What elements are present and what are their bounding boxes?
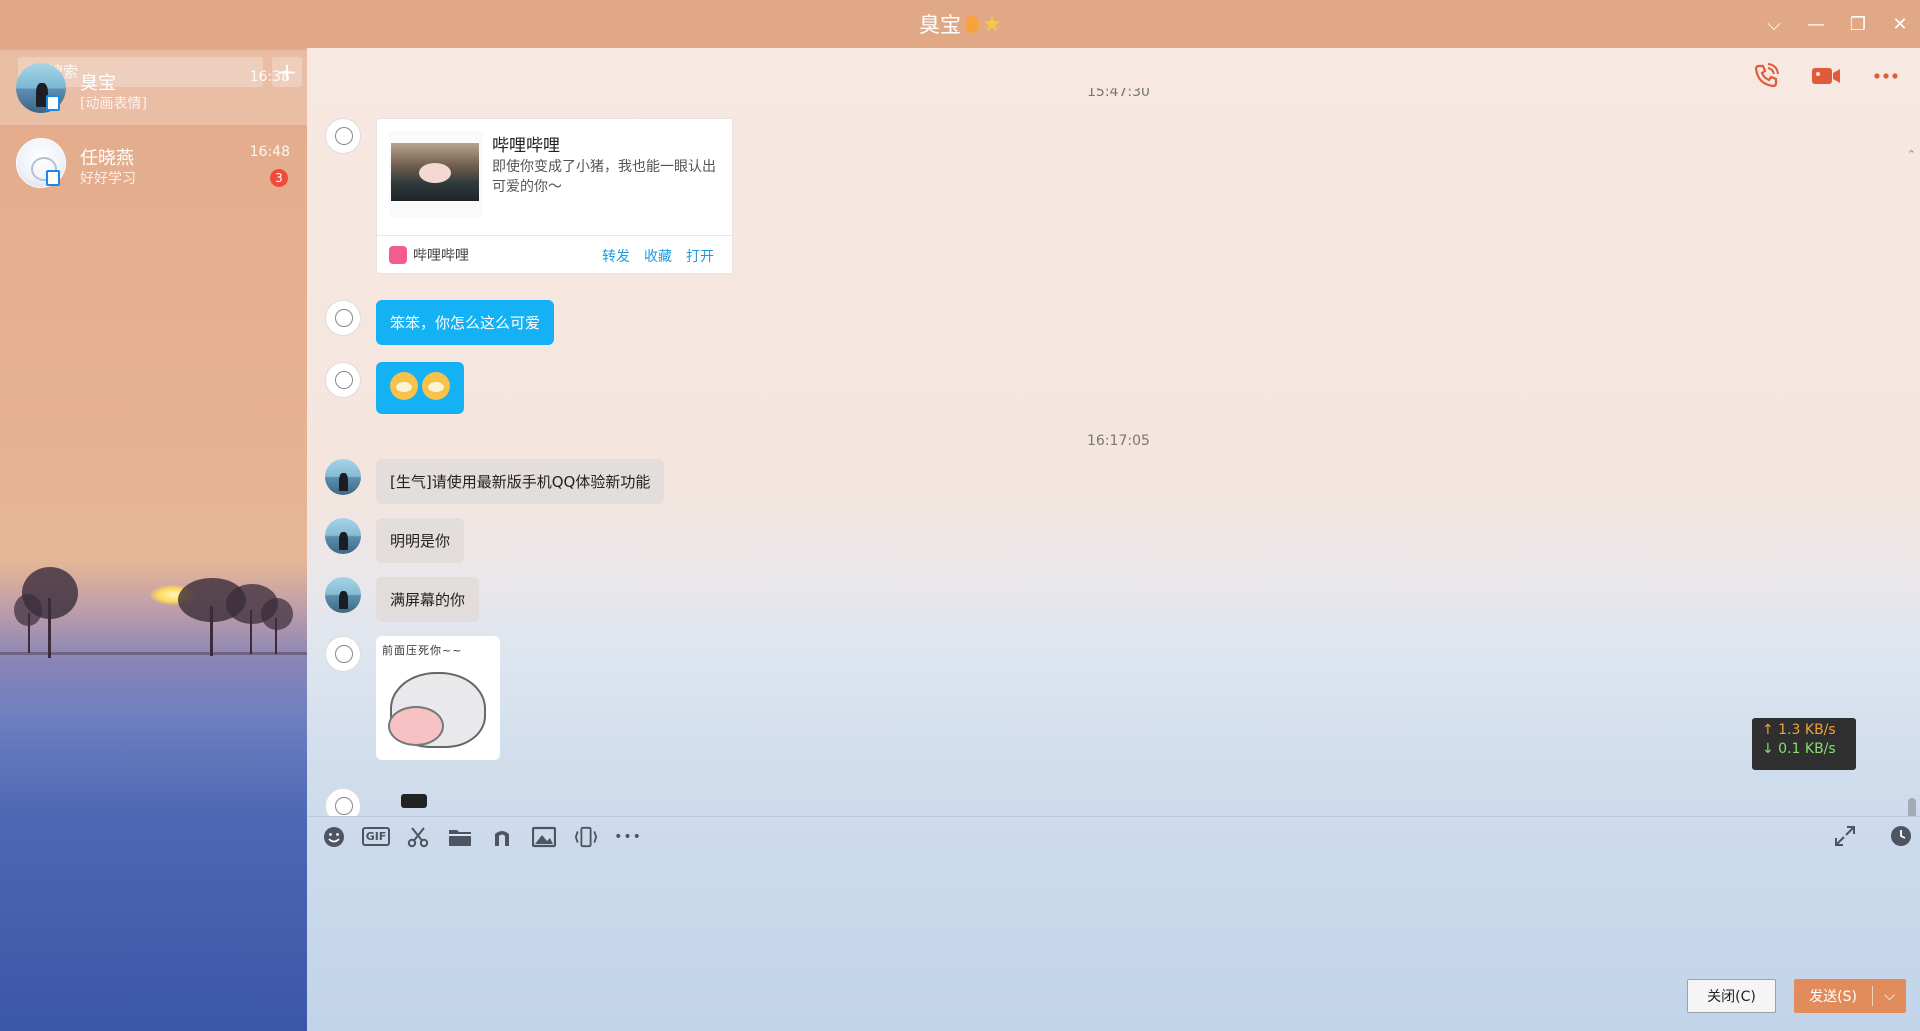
music-icon[interactable]	[490, 825, 514, 849]
winter-trees-scenery	[0, 567, 307, 658]
contact-item-chou-bao[interactable]: 臭宝 [动画表情] 16:38	[0, 50, 307, 125]
pink-blanket-image	[388, 706, 444, 746]
card-source: 哔哩哔哩	[413, 248, 469, 264]
shake-icon[interactable]	[574, 825, 598, 849]
message-emoji	[325, 362, 464, 414]
message-outgoing: 明明是你	[325, 518, 465, 563]
contact-time: 16:38	[249, 68, 290, 85]
avatar[interactable]	[325, 300, 361, 336]
avatar[interactable]	[325, 636, 361, 672]
message-bubble[interactable]: 满屏幕的你	[376, 577, 480, 622]
mobile-online-icon	[46, 95, 60, 111]
more-options-icon[interactable]	[1872, 62, 1900, 90]
sidebar: + 臭宝 [动画表情] 16:38 任晓燕 好好学习 16:48 3	[0, 48, 307, 1031]
dog-emoji-icon	[390, 372, 418, 400]
forward-link[interactable]: 转发	[602, 246, 630, 266]
contact-time: 16:48	[249, 143, 290, 160]
restore-icon[interactable]: ❐	[1848, 14, 1868, 35]
message-outgoing: [生气]请使用最新版手机QQ体验新功能	[325, 459, 665, 504]
voice-call-icon[interactable]	[1752, 62, 1780, 90]
avatar[interactable]	[325, 518, 361, 554]
minimize-icon[interactable]: —	[1806, 14, 1826, 35]
message-bubble[interactable]: 笨笨，你怎么这么可爱	[376, 300, 555, 345]
contact-name: 任晓燕	[80, 147, 134, 169]
contact-item-ren-xiaoyan[interactable]: 任晓燕 好好学习 16:48 3	[0, 125, 307, 200]
input-right-tools	[1834, 825, 1912, 847]
message-bubble[interactable]: [生气]请使用最新版手机QQ体验新功能	[376, 459, 665, 504]
message-outgoing: 满屏幕的你	[325, 577, 480, 622]
upload-speed: ↑ 1.3 KB/s	[1762, 722, 1836, 738]
close-icon[interactable]: ✕	[1890, 14, 1910, 35]
unread-badge: 3	[270, 168, 288, 187]
card-actions: 转发 收藏 打开	[602, 236, 714, 275]
gif-label: GIF	[361, 827, 391, 846]
mobile-online-icon	[46, 170, 60, 186]
send-button-label[interactable]: 发送(S)	[1794, 986, 1872, 1006]
contact-preview: [动画表情]	[80, 95, 147, 112]
network-speed-widget: ↑ 1.3 KB/s ↓ 0.1 KB/s	[1752, 718, 1856, 770]
message-bubble[interactable]: 明明是你	[376, 518, 465, 563]
open-link[interactable]: 打开	[686, 246, 714, 266]
window-title-text: 臭宝	[919, 13, 961, 37]
close-button[interactable]: 关闭(C)	[1687, 979, 1776, 1013]
chat-header-actions	[1752, 62, 1900, 90]
folder-icon[interactable]	[448, 825, 472, 849]
favorite-link[interactable]: 收藏	[644, 246, 672, 266]
card-description: 即使你变成了小猪，我也能一眼认出可爱的你～	[492, 159, 716, 195]
send-button[interactable]: 发送(S) ⌵	[1794, 979, 1906, 1013]
gif-icon[interactable]: GIF	[361, 825, 391, 849]
scrollbar[interactable]: ⌃ ⌄	[1907, 148, 1916, 816]
message-input[interactable]	[317, 863, 1907, 963]
more-icon[interactable]: •••	[614, 825, 641, 849]
smile-icon[interactable]	[322, 825, 346, 849]
window-title: 臭宝	[0, 0, 1920, 48]
pig-image	[419, 163, 451, 183]
scrollbar-thumb[interactable]	[1908, 798, 1916, 816]
star-badge-icon	[983, 15, 1001, 32]
contact-preview: 好好学习	[80, 170, 136, 187]
title-bar: 臭宝 ⌵ — ❐ ✕	[0, 0, 1920, 48]
hamster-sticker[interactable]: 前面压死你~~	[376, 636, 500, 760]
contact-info: 臭宝 [动画表情] 16:38	[80, 63, 290, 113]
avatar[interactable]	[325, 362, 361, 398]
dropdown-icon[interactable]: ⌵	[1764, 14, 1784, 35]
timestamp: 15:47:30	[1087, 88, 1150, 100]
history-clock-icon[interactable]	[1890, 825, 1912, 847]
send-options-chevron-icon[interactable]: ⌵	[1873, 988, 1906, 1004]
window-controls: ⌵ — ❐ ✕	[1764, 0, 1910, 48]
dog-emoji-icon	[422, 372, 450, 400]
flame-icon	[965, 15, 979, 33]
avatar[interactable]	[325, 577, 361, 613]
input-toolbar: GIF •••	[307, 816, 1920, 856]
emoji-bubble[interactable]	[376, 362, 464, 414]
avatar[interactable]	[325, 788, 361, 816]
message-list[interactable]: 15:47:30 哔哩哔哩 即使你变成了小猪，我也能一眼认出可爱的你～ 哔哩哔哩…	[307, 88, 1920, 816]
message-share-card: 哔哩哔哩 即使你变成了小猪，我也能一眼认出可爱的你～ 哔哩哔哩 转发 收藏 打开	[325, 118, 733, 274]
sticker-caption: 前面压死你~~	[382, 644, 463, 657]
share-card[interactable]: 哔哩哔哩 即使你变成了小猪，我也能一眼认出可爱的你～ 哔哩哔哩 转发 收藏 打开	[376, 118, 733, 274]
timestamp: 16:17:05	[1087, 433, 1150, 449]
message-partial	[325, 788, 427, 816]
bilibili-icon	[389, 246, 407, 264]
message-sticker: 前面压死你~~	[325, 636, 500, 760]
card-footer: 哔哩哔哩 转发 收藏 打开	[377, 235, 732, 274]
contact-name: 臭宝	[80, 72, 116, 94]
partial-sticker	[401, 794, 427, 808]
avatar[interactable]	[325, 118, 361, 154]
scroll-up-icon[interactable]: ⌃	[1907, 148, 1916, 161]
image-icon[interactable]	[532, 825, 556, 849]
card-thumbnail	[389, 131, 483, 217]
contact-info: 任晓燕 好好学习 16:48 3	[80, 138, 290, 188]
scissors-icon[interactable]	[406, 825, 430, 849]
message-incoming: 笨笨，你怎么这么可爱	[325, 300, 555, 345]
expand-icon[interactable]	[1834, 825, 1856, 847]
card-title: 哔哩哔哩	[492, 136, 560, 156]
video-call-icon[interactable]	[1810, 62, 1842, 90]
download-speed: ↓ 0.1 KB/s	[1762, 741, 1836, 757]
avatar[interactable]	[325, 459, 361, 495]
chat-panel: 15:47:30 哔哩哔哩 即使你变成了小猪，我也能一眼认出可爱的你～ 哔哩哔哩…	[307, 48, 1920, 1031]
